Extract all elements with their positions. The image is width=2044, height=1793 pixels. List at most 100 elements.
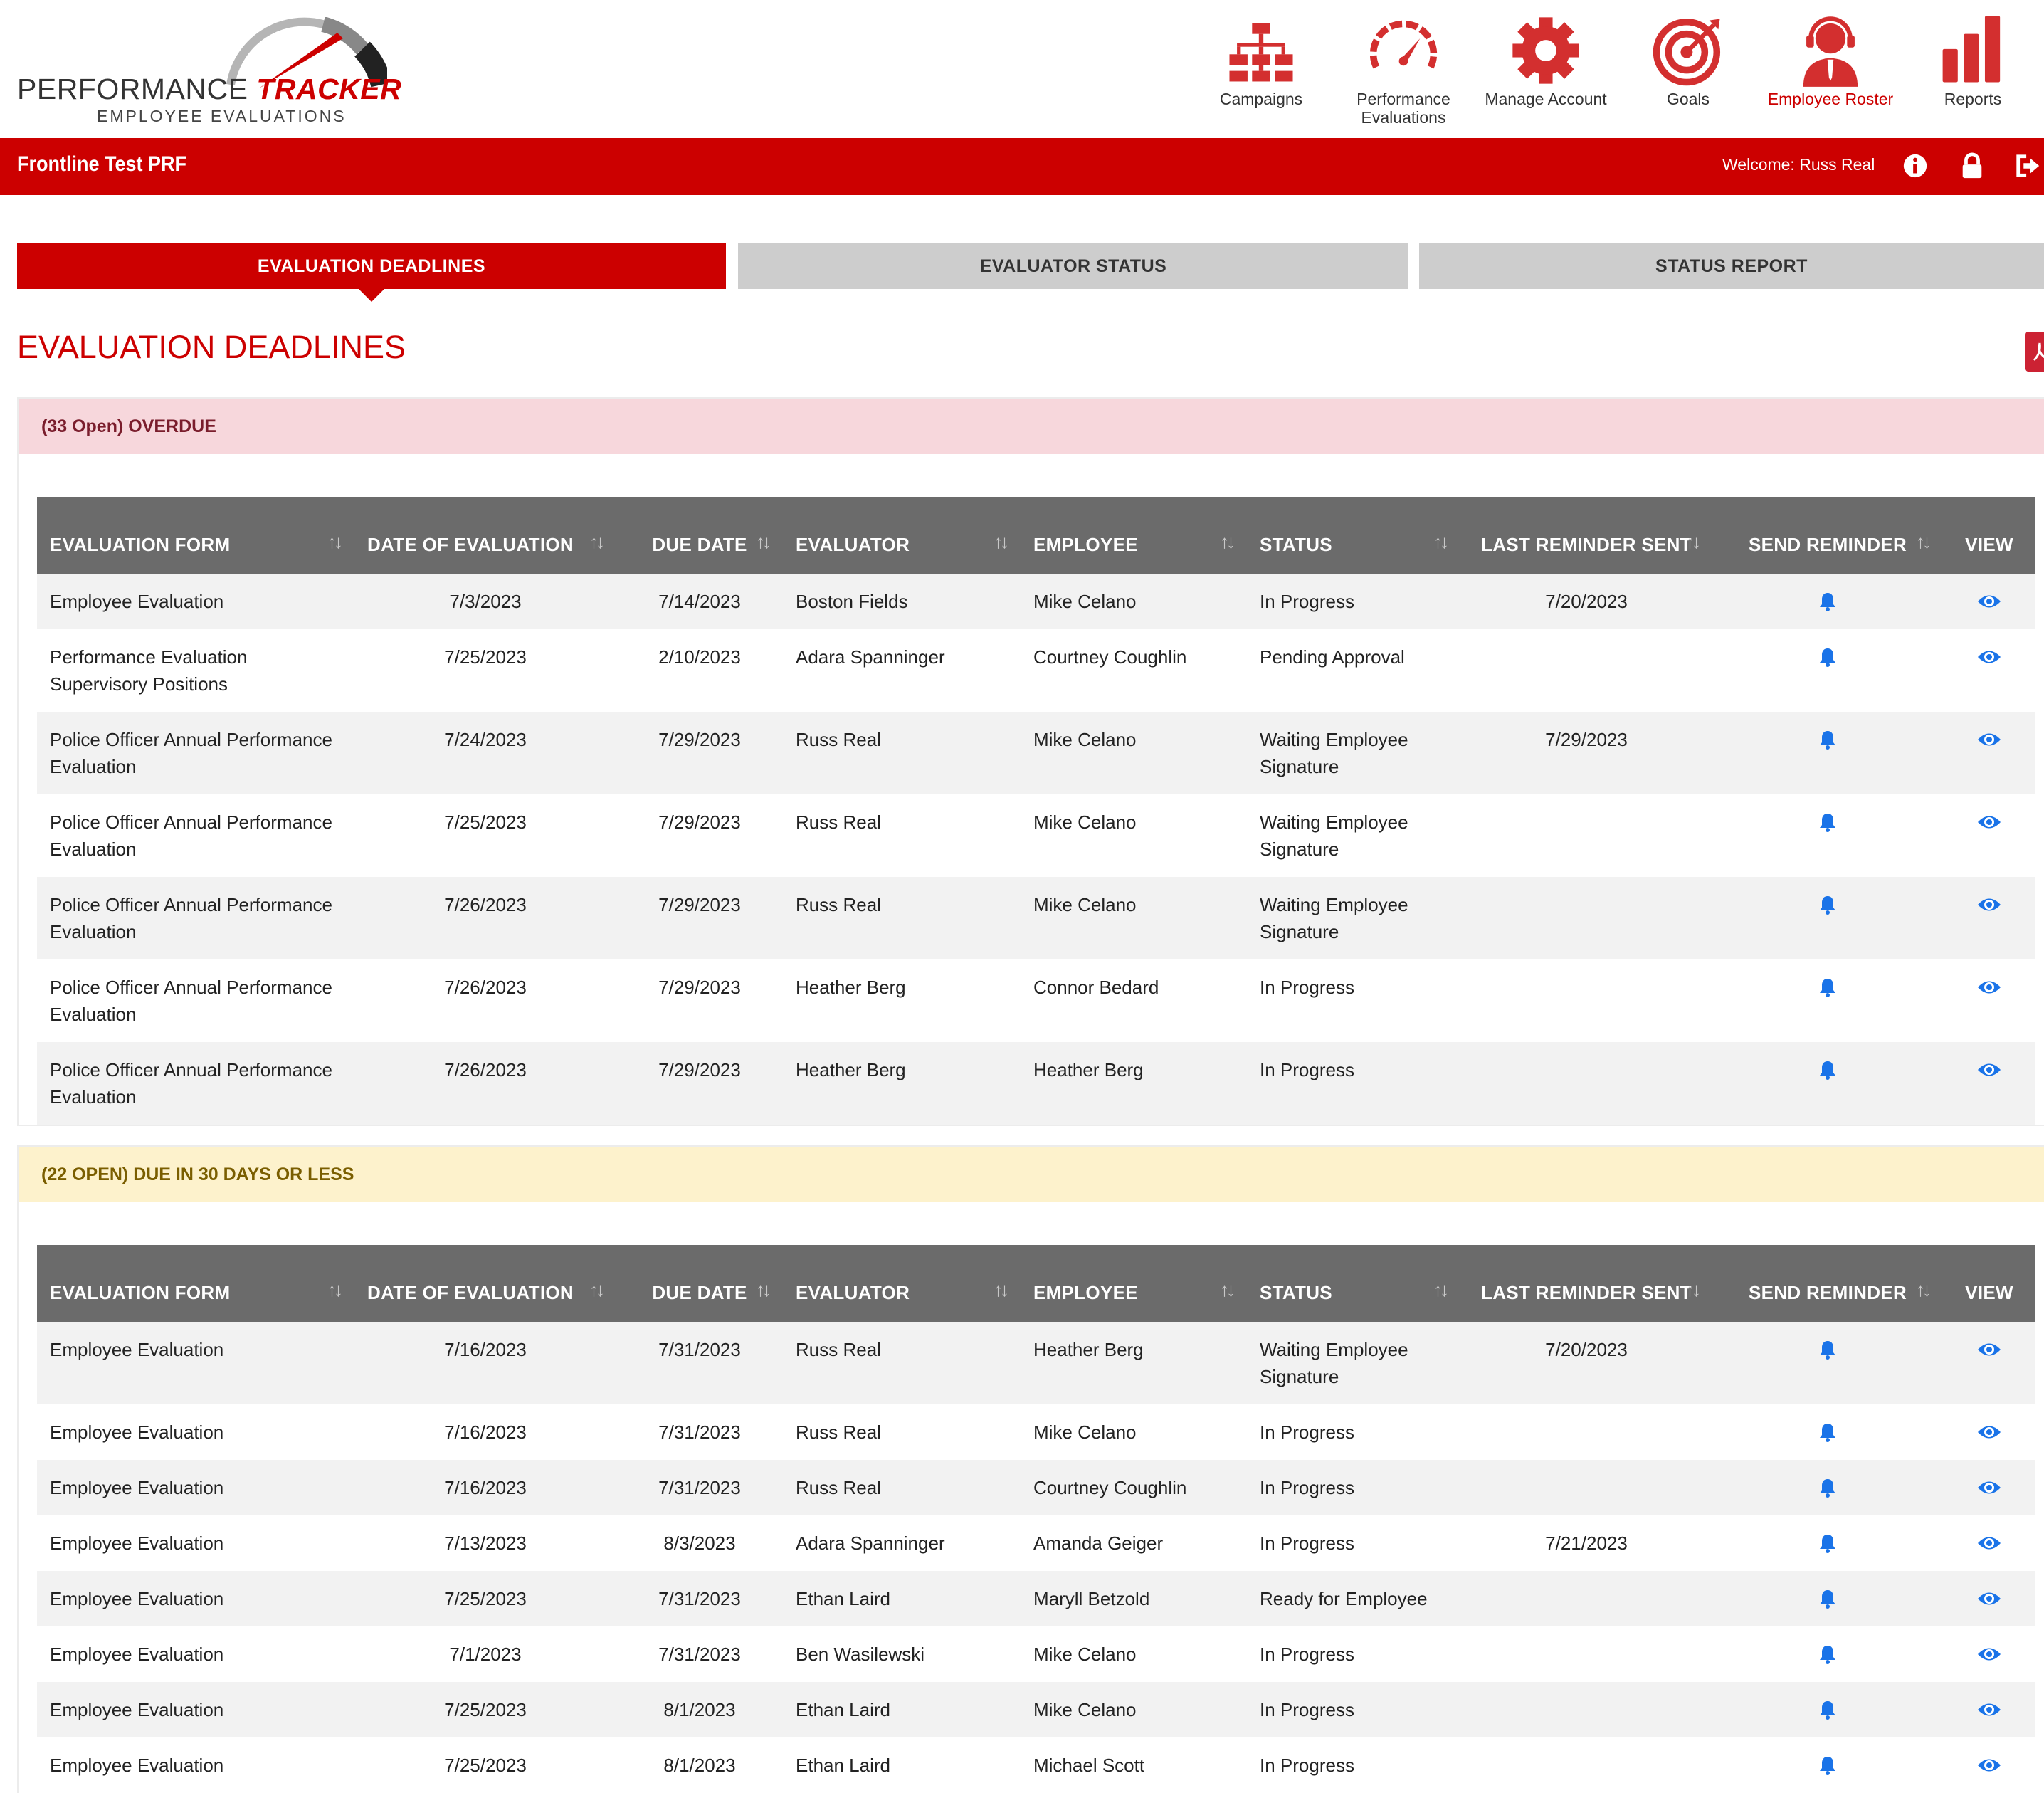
tab-evaluator-status[interactable]: EVALUATOR STATUS (738, 243, 1408, 289)
cell-send-reminder[interactable] (1712, 1404, 1943, 1460)
column-header-status[interactable]: STATUS ↑↓ (1247, 1245, 1460, 1322)
eye-icon[interactable] (1977, 591, 2001, 612)
cell-send-reminder[interactable] (1712, 1571, 1943, 1626)
eye-icon[interactable] (1977, 1699, 2001, 1720)
cell-view[interactable] (1943, 877, 2035, 959)
eye-icon[interactable] (1977, 1421, 2001, 1443)
bell-icon[interactable] (1817, 1339, 1838, 1360)
cell-send-reminder[interactable] (1712, 1515, 1943, 1571)
sort-icon[interactable]: ↑↓ (1220, 528, 1236, 555)
eye-icon[interactable] (1977, 1059, 2001, 1080)
cell-view[interactable] (1943, 1515, 2035, 1571)
cell-send-reminder[interactable] (1712, 1737, 1943, 1793)
column-header-send-reminder[interactable]: SEND REMINDER ↑↓ (1712, 1245, 1943, 1322)
sort-icon[interactable]: ↑↓ (994, 528, 1009, 555)
cell-send-reminder[interactable] (1712, 959, 1943, 1042)
cell-send-reminder[interactable] (1712, 1042, 1943, 1125)
tab-evaluation-deadlines[interactable]: EVALUATION DEADLINES (17, 243, 726, 289)
bell-icon[interactable] (1817, 1755, 1838, 1776)
sort-icon[interactable]: ↑↓ (1433, 528, 1449, 555)
eye-icon[interactable] (1977, 729, 2001, 750)
nav-performance-evaluations[interactable]: Performance Evaluations (1332, 13, 1475, 134)
column-header-status[interactable]: STATUS ↑↓ (1247, 497, 1460, 574)
sort-icon[interactable]: ↑↓ (1685, 1276, 1701, 1303)
sort-icon[interactable]: ↑↓ (756, 1276, 771, 1303)
bell-icon[interactable] (1817, 894, 1838, 915)
sort-icon[interactable]: ↑↓ (1685, 528, 1701, 555)
bell-icon[interactable] (1817, 646, 1838, 668)
eye-icon[interactable] (1977, 646, 2001, 668)
column-header-employee[interactable]: EMPLOYEE ↑↓ (1021, 1245, 1247, 1322)
cell-view[interactable] (1943, 1626, 2035, 1682)
bell-icon[interactable] (1817, 811, 1838, 833)
info-icon[interactable] (1902, 152, 1929, 179)
column-header-due-date[interactable]: DUE DATE ↑↓ (616, 1245, 783, 1322)
logout-icon[interactable] (2014, 152, 2041, 179)
eye-icon[interactable] (1977, 1588, 2001, 1609)
cell-send-reminder[interactable] (1712, 1626, 1943, 1682)
sort-icon[interactable]: ↑↓ (1916, 1276, 1932, 1303)
nav-campaigns[interactable]: Campaigns (1190, 13, 1332, 134)
cell-view[interactable] (1943, 712, 2035, 794)
column-header-last-reminder-sent[interactable]: LAST REMINDER SENT ↑↓ (1460, 497, 1712, 574)
bell-icon[interactable] (1817, 1699, 1838, 1720)
eye-icon[interactable] (1977, 1532, 2001, 1554)
eye-icon[interactable] (1977, 977, 2001, 998)
sort-icon[interactable]: ↑↓ (994, 1276, 1009, 1303)
column-header-due-date[interactable]: DUE DATE ↑↓ (616, 497, 783, 574)
column-header-evaluation-form[interactable]: EVALUATION FORM ↑↓ (37, 1245, 354, 1322)
cell-view[interactable] (1943, 1571, 2035, 1626)
cell-view[interactable] (1943, 574, 2035, 629)
sort-icon[interactable]: ↑↓ (589, 528, 605, 555)
bell-icon[interactable] (1817, 1644, 1838, 1665)
eye-icon[interactable] (1977, 1477, 2001, 1498)
cell-send-reminder[interactable] (1712, 794, 1943, 877)
column-header-evaluator[interactable]: EVALUATOR ↑↓ (783, 497, 1021, 574)
cell-view[interactable] (1943, 1322, 2035, 1404)
column-header-last-reminder-sent[interactable]: LAST REMINDER SENT ↑↓ (1460, 1245, 1712, 1322)
bell-icon[interactable] (1817, 977, 1838, 998)
sort-icon[interactable]: ↑↓ (756, 528, 771, 555)
sort-icon[interactable]: ↑↓ (1433, 1276, 1449, 1303)
nav-goals[interactable]: Goals (1617, 13, 1759, 134)
cell-view[interactable] (1943, 1737, 2035, 1793)
cell-view[interactable] (1943, 629, 2035, 712)
eye-icon[interactable] (1977, 894, 2001, 915)
column-header-evaluation-form[interactable]: EVALUATION FORM ↑↓ (37, 497, 354, 574)
sort-icon[interactable]: ↑↓ (1220, 1276, 1236, 1303)
cell-view[interactable] (1943, 959, 2035, 1042)
bell-icon[interactable] (1817, 1532, 1838, 1554)
column-header-date-of-evaluation[interactable]: DATE OF EVALUATION ↑↓ (354, 497, 616, 574)
cell-send-reminder[interactable] (1712, 877, 1943, 959)
column-header-date-of-evaluation[interactable]: DATE OF EVALUATION ↑↓ (354, 1245, 616, 1322)
cell-send-reminder[interactable] (1712, 574, 1943, 629)
cell-view[interactable] (1943, 1404, 2035, 1460)
sort-icon[interactable]: ↑↓ (589, 1276, 605, 1303)
eye-icon[interactable] (1977, 1339, 2001, 1360)
cell-view[interactable] (1943, 794, 2035, 877)
sort-icon[interactable]: ↑↓ (327, 528, 343, 555)
export-pdf-button[interactable] (2025, 332, 2044, 372)
cell-send-reminder[interactable] (1712, 712, 1943, 794)
eye-icon[interactable] (1977, 1755, 2001, 1776)
lock-icon[interactable] (1959, 152, 1986, 179)
eye-icon[interactable] (1977, 811, 2001, 833)
cell-send-reminder[interactable] (1712, 1322, 1943, 1404)
sort-icon[interactable]: ↑↓ (1916, 528, 1932, 555)
app-logo[interactable]: PERFORMANCE TRACKER EMPLOYEE EVALUATIONS (17, 17, 401, 131)
column-header-send-reminder[interactable]: SEND REMINDER ↑↓ (1712, 497, 1943, 574)
cell-send-reminder[interactable] (1712, 1682, 1943, 1737)
bell-icon[interactable] (1817, 729, 1838, 750)
bell-icon[interactable] (1817, 591, 1838, 612)
column-header-evaluator[interactable]: EVALUATOR ↑↓ (783, 1245, 1021, 1322)
cell-send-reminder[interactable] (1712, 1460, 1943, 1515)
cell-send-reminder[interactable] (1712, 629, 1943, 712)
cell-view[interactable] (1943, 1682, 2035, 1737)
nav-reports[interactable]: Reports (1902, 13, 2044, 134)
eye-icon[interactable] (1977, 1644, 2001, 1665)
cell-view[interactable] (1943, 1460, 2035, 1515)
bell-icon[interactable] (1817, 1421, 1838, 1443)
tab-status-report[interactable]: STATUS REPORT (1419, 243, 2044, 289)
bell-icon[interactable] (1817, 1059, 1838, 1080)
nav-manage-account[interactable]: Manage Account (1475, 13, 1617, 134)
